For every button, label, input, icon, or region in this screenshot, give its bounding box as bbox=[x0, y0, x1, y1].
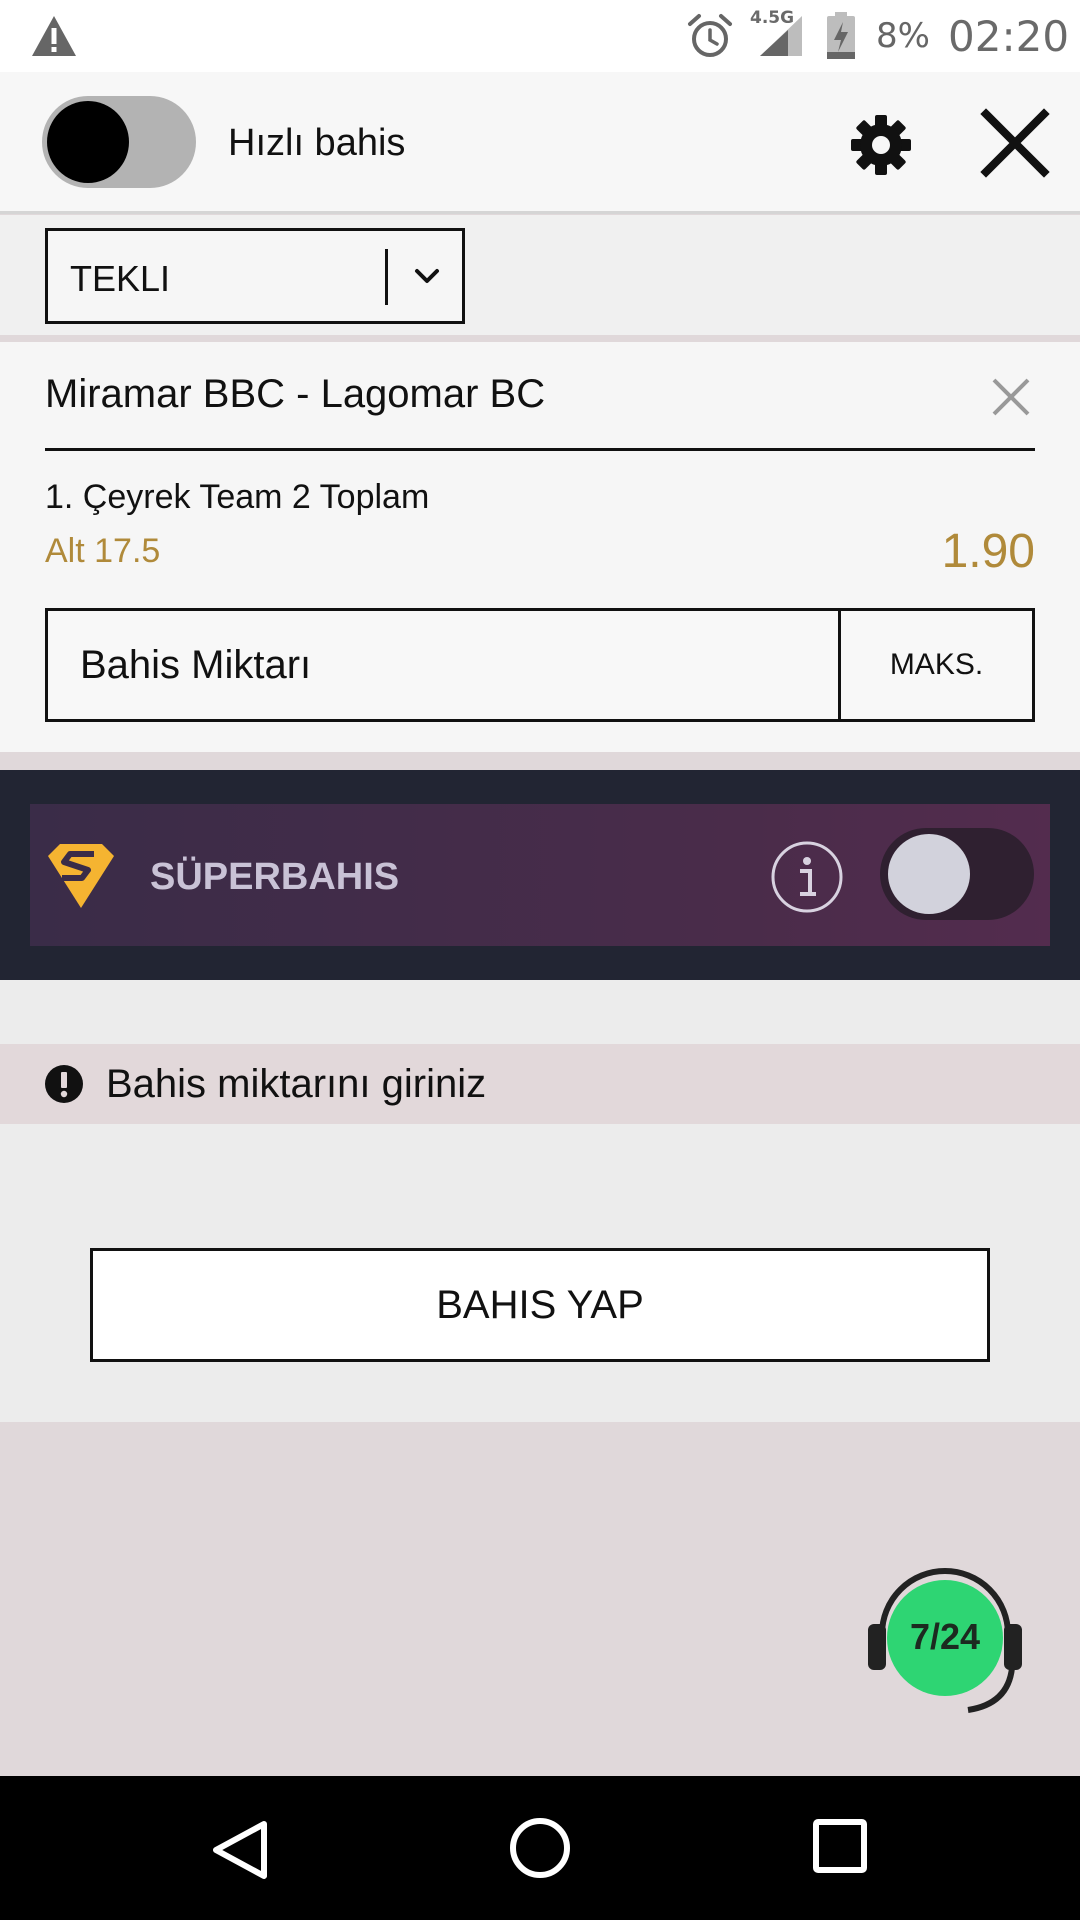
warning-text: Bahis miktarını giriniz bbox=[106, 1062, 487, 1106]
status-bar: 4.5G 8% 02:20 bbox=[0, 0, 1080, 72]
superbahis-logo-icon bbox=[48, 844, 114, 908]
stake-input[interactable] bbox=[48, 611, 841, 719]
market-name: 1. Çeyrek Team 2 Toplam bbox=[45, 478, 430, 516]
bet-type-value: TEKLI bbox=[70, 258, 171, 299]
battery-charging-icon bbox=[827, 12, 855, 59]
max-stake-button[interactable]: MAKS. bbox=[838, 611, 1032, 719]
selection-name: Alt 17.5 bbox=[45, 532, 161, 570]
toggle-knob bbox=[888, 834, 970, 914]
back-icon[interactable] bbox=[210, 1818, 270, 1882]
recent-apps-icon[interactable] bbox=[812, 1818, 868, 1874]
warning-message-bar: Bahis miktarını giriniz bbox=[0, 1044, 1080, 1124]
toggle-knob bbox=[47, 101, 129, 183]
place-bet-button[interactable]: BAHIS YAP bbox=[90, 1248, 990, 1362]
gear-icon[interactable] bbox=[850, 114, 912, 176]
status-clock: 02:20 bbox=[948, 12, 1070, 61]
warning-triangle-icon bbox=[32, 16, 76, 56]
alarm-clock-icon bbox=[688, 14, 732, 57]
close-icon[interactable] bbox=[980, 108, 1050, 178]
superbahis-label: SÜPERBAHIS bbox=[150, 856, 400, 898]
betslip-header: Hızlı bahis bbox=[0, 72, 1080, 214]
battery-percentage: 8% bbox=[876, 16, 930, 56]
alert-circle-icon bbox=[45, 1065, 83, 1103]
superbahis-band: SÜPERBAHIS bbox=[0, 770, 1080, 980]
bet-card: Miramar BBC - Lagomar BC 1. Çeyrek Team … bbox=[0, 342, 1080, 752]
bet-type-area: TEKLI bbox=[0, 215, 1080, 335]
spacer bbox=[0, 980, 1080, 1044]
quick-bet-toggle[interactable] bbox=[42, 96, 196, 188]
stake-box: MAKS. bbox=[45, 608, 1035, 722]
match-divider bbox=[45, 448, 1035, 451]
superbahis-panel: SÜPERBAHIS bbox=[30, 804, 1050, 946]
support-hours-label: 7/24 bbox=[909, 1616, 981, 1657]
chevron-down-icon bbox=[415, 269, 439, 283]
live-support-button[interactable]: 7/24 bbox=[862, 1564, 1028, 1716]
remove-bet-icon[interactable] bbox=[990, 376, 1032, 418]
info-icon[interactable] bbox=[770, 840, 844, 914]
superbahis-toggle[interactable] bbox=[880, 828, 1034, 920]
system-nav-bar bbox=[0, 1776, 1080, 1920]
dropdown-divider bbox=[385, 249, 388, 305]
match-title: Miramar BBC - Lagomar BC bbox=[45, 372, 546, 416]
home-icon[interactable] bbox=[508, 1816, 572, 1880]
quick-bet-label: Hızlı bahis bbox=[228, 122, 406, 164]
signal-strength-icon bbox=[760, 16, 802, 56]
place-bet-area: BAHIS YAP bbox=[0, 1124, 1080, 1422]
odds-value: 1.90 bbox=[941, 525, 1035, 578]
bet-type-dropdown[interactable]: TEKLI bbox=[45, 228, 465, 324]
